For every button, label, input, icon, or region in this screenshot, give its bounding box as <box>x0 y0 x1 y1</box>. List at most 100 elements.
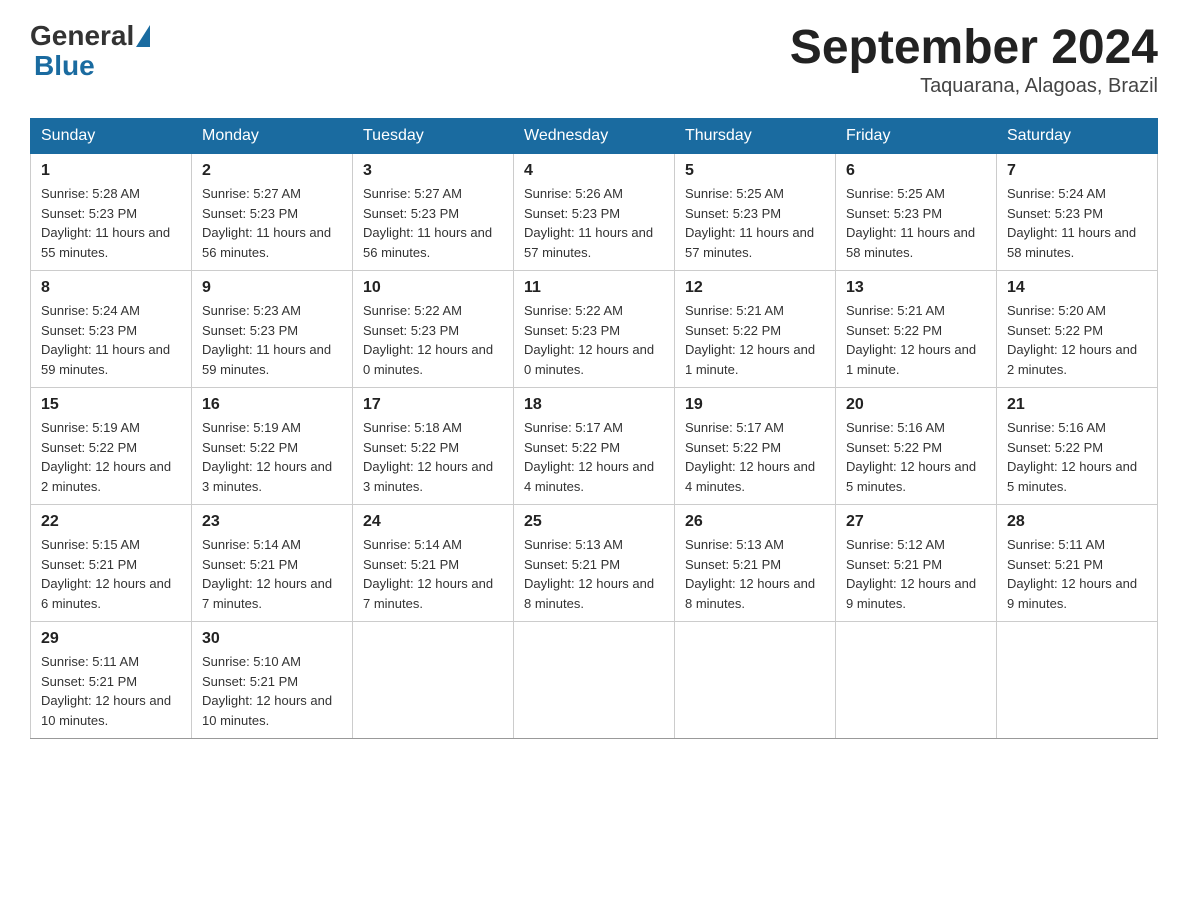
day-info: Sunrise: 5:11 AMSunset: 5:21 PMDaylight:… <box>41 652 181 730</box>
day-cell: 16 Sunrise: 5:19 AMSunset: 5:22 PMDayligh… <box>192 388 353 505</box>
day-info: Sunrise: 5:11 AMSunset: 5:21 PMDaylight:… <box>1007 535 1147 613</box>
day-cell: 30 Sunrise: 5:10 AMSunset: 5:21 PMDayligh… <box>192 622 353 739</box>
day-info: Sunrise: 5:15 AMSunset: 5:21 PMDaylight:… <box>41 535 181 613</box>
location-title: Taquarana, Alagoas, Brazil <box>790 75 1158 98</box>
day-info: Sunrise: 5:19 AMSunset: 5:22 PMDaylight:… <box>41 418 181 496</box>
day-number: 9 <box>202 279 342 297</box>
week-row-2: 8Sunrise: 5:24 AMSunset: 5:23 PMDaylight… <box>31 271 1158 388</box>
day-info: Sunrise: 5:23 AMSunset: 5:23 PMDaylight:… <box>202 301 342 379</box>
day-number: 21 <box>1007 396 1147 414</box>
day-info: Sunrise: 5:21 AMSunset: 5:22 PMDaylight:… <box>685 301 825 379</box>
day-number: 20 <box>846 396 986 414</box>
day-cell: 9 Sunrise: 5:23 AMSunset: 5:23 PMDaylight… <box>192 271 353 388</box>
day-info: Sunrise: 5:14 AMSunset: 5:21 PMDaylight:… <box>363 535 503 613</box>
day-number: 30 <box>202 630 342 648</box>
day-number: 8 <box>41 279 181 297</box>
day-cell: 7Sunrise: 5:24 AMSunset: 5:23 PMDaylight… <box>997 154 1158 271</box>
day-cell <box>997 622 1158 739</box>
week-row-3: 15 Sunrise: 5:19 AMSunset: 5:22 PMDayligh… <box>31 388 1158 505</box>
col-sunday: Sunday <box>31 119 192 154</box>
day-cell: 5 Sunrise: 5:25 AMSunset: 5:23 PMDaylight… <box>675 154 836 271</box>
day-cell: 12 Sunrise: 5:21 AMSunset: 5:22 PMDayligh… <box>675 271 836 388</box>
col-wednesday: Wednesday <box>514 119 675 154</box>
day-number: 10 <box>363 279 503 297</box>
day-number: 16 <box>202 396 342 414</box>
day-number: 23 <box>202 513 342 531</box>
day-cell <box>675 622 836 739</box>
day-info: Sunrise: 5:13 AMSunset: 5:21 PMDaylight:… <box>524 535 664 613</box>
day-number: 26 <box>685 513 825 531</box>
logo-arrow-icon <box>136 25 150 47</box>
day-info: Sunrise: 5:27 AMSunset: 5:23 PMDaylight:… <box>202 184 342 262</box>
day-info: Sunrise: 5:18 AMSunset: 5:22 PMDaylight:… <box>363 418 503 496</box>
day-number: 7 <box>1007 162 1147 180</box>
day-number: 19 <box>685 396 825 414</box>
day-cell: 27 Sunrise: 5:12 AMSunset: 5:21 PMDayligh… <box>836 505 997 622</box>
day-cell: 20 Sunrise: 5:16 AMSunset: 5:22 PMDayligh… <box>836 388 997 505</box>
week-row-4: 22 Sunrise: 5:15 AMSunset: 5:21 PMDayligh… <box>31 505 1158 622</box>
day-info: Sunrise: 5:12 AMSunset: 5:21 PMDaylight:… <box>846 535 986 613</box>
day-cell: 22 Sunrise: 5:15 AMSunset: 5:21 PMDayligh… <box>31 505 192 622</box>
col-monday: Monday <box>192 119 353 154</box>
logo: General Blue <box>30 20 150 80</box>
day-info: Sunrise: 5:22 AMSunset: 5:23 PMDaylight:… <box>363 301 503 379</box>
header-row: Sunday Monday Tuesday Wednesday Thursday… <box>31 119 1158 154</box>
day-cell: 8Sunrise: 5:24 AMSunset: 5:23 PMDaylight… <box>31 271 192 388</box>
calendar-table: Sunday Monday Tuesday Wednesday Thursday… <box>30 118 1158 739</box>
title-area: September 2024 Taquarana, Alagoas, Brazi… <box>790 20 1158 98</box>
day-cell: 24 Sunrise: 5:14 AMSunset: 5:21 PMDayligh… <box>353 505 514 622</box>
day-info: Sunrise: 5:10 AMSunset: 5:21 PMDaylight:… <box>202 652 342 730</box>
day-info: Sunrise: 5:28 AMSunset: 5:23 PMDaylight:… <box>41 184 181 262</box>
day-info: Sunrise: 5:16 AMSunset: 5:22 PMDaylight:… <box>846 418 986 496</box>
week-row-1: 1 Sunrise: 5:28 AMSunset: 5:23 PMDaylight… <box>31 154 1158 271</box>
day-number: 29 <box>41 630 181 648</box>
day-info: Sunrise: 5:25 AMSunset: 5:23 PMDaylight:… <box>685 184 825 262</box>
day-number: 1 <box>41 162 181 180</box>
header: General Blue September 2024 Taquarana, A… <box>30 20 1158 98</box>
day-number: 18 <box>524 396 664 414</box>
day-number: 5 <box>685 162 825 180</box>
day-cell <box>353 622 514 739</box>
day-number: 22 <box>41 513 181 531</box>
day-cell: 21 Sunrise: 5:16 AMSunset: 5:22 PMDayligh… <box>997 388 1158 505</box>
day-number: 2 <box>202 162 342 180</box>
day-cell: 17 Sunrise: 5:18 AMSunset: 5:22 PMDayligh… <box>353 388 514 505</box>
day-number: 11 <box>524 279 664 297</box>
day-number: 15 <box>41 396 181 414</box>
day-number: 3 <box>363 162 503 180</box>
month-title: September 2024 <box>790 20 1158 75</box>
day-info: Sunrise: 5:21 AMSunset: 5:22 PMDaylight:… <box>846 301 986 379</box>
day-info: Sunrise: 5:17 AMSunset: 5:22 PMDaylight:… <box>685 418 825 496</box>
day-number: 12 <box>685 279 825 297</box>
day-info: Sunrise: 5:17 AMSunset: 5:22 PMDaylight:… <box>524 418 664 496</box>
day-cell: 26 Sunrise: 5:13 AMSunset: 5:21 PMDayligh… <box>675 505 836 622</box>
day-info: Sunrise: 5:20 AMSunset: 5:22 PMDaylight:… <box>1007 301 1147 379</box>
day-number: 4 <box>524 162 664 180</box>
day-cell <box>514 622 675 739</box>
day-number: 24 <box>363 513 503 531</box>
day-number: 13 <box>846 279 986 297</box>
logo-text: General <box>30 20 150 52</box>
day-number: 17 <box>363 396 503 414</box>
day-cell: 14 Sunrise: 5:20 AMSunset: 5:22 PMDayligh… <box>997 271 1158 388</box>
day-cell: 3 Sunrise: 5:27 AMSunset: 5:23 PMDaylight… <box>353 154 514 271</box>
day-cell: 6 Sunrise: 5:25 AMSunset: 5:23 PMDaylight… <box>836 154 997 271</box>
day-cell: 4Sunrise: 5:26 AMSunset: 5:23 PMDaylight… <box>514 154 675 271</box>
day-number: 27 <box>846 513 986 531</box>
day-number: 14 <box>1007 279 1147 297</box>
logo-general-text: General <box>30 20 134 52</box>
day-info: Sunrise: 5:27 AMSunset: 5:23 PMDaylight:… <box>363 184 503 262</box>
day-cell: 11Sunrise: 5:22 AMSunset: 5:23 PMDayligh… <box>514 271 675 388</box>
day-cell: 25Sunrise: 5:13 AMSunset: 5:21 PMDayligh… <box>514 505 675 622</box>
day-cell: 28Sunrise: 5:11 AMSunset: 5:21 PMDayligh… <box>997 505 1158 622</box>
col-thursday: Thursday <box>675 119 836 154</box>
day-info: Sunrise: 5:25 AMSunset: 5:23 PMDaylight:… <box>846 184 986 262</box>
week-row-5: 29 Sunrise: 5:11 AMSunset: 5:21 PMDayligh… <box>31 622 1158 739</box>
day-number: 6 <box>846 162 986 180</box>
day-cell: 29 Sunrise: 5:11 AMSunset: 5:21 PMDayligh… <box>31 622 192 739</box>
day-info: Sunrise: 5:19 AMSunset: 5:22 PMDaylight:… <box>202 418 342 496</box>
day-info: Sunrise: 5:13 AMSunset: 5:21 PMDaylight:… <box>685 535 825 613</box>
day-info: Sunrise: 5:16 AMSunset: 5:22 PMDaylight:… <box>1007 418 1147 496</box>
col-friday: Friday <box>836 119 997 154</box>
day-cell: 2 Sunrise: 5:27 AMSunset: 5:23 PMDaylight… <box>192 154 353 271</box>
